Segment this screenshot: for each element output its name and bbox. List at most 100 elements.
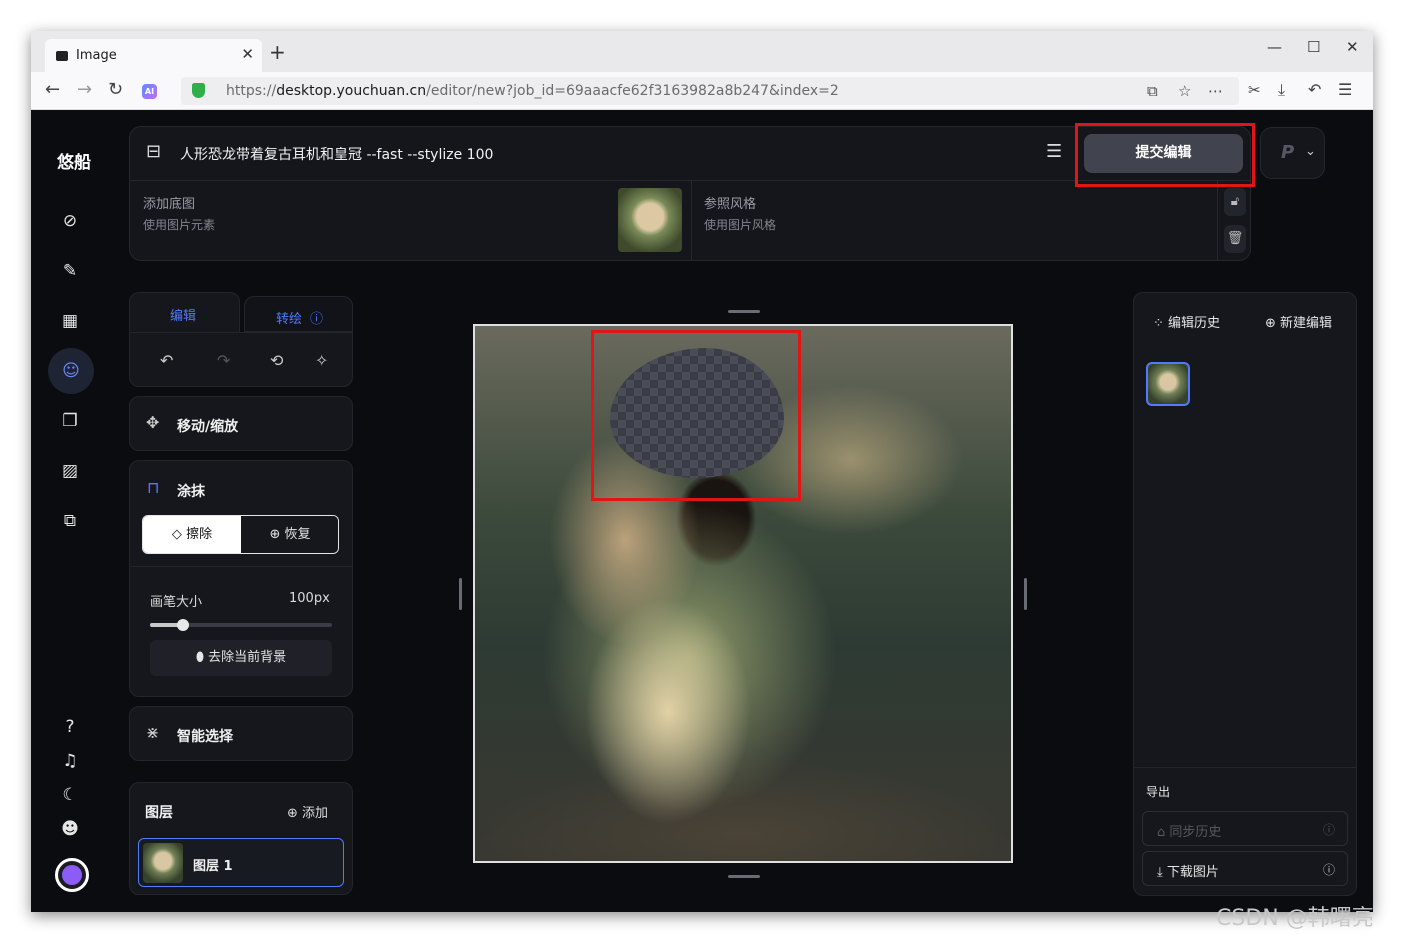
- minimize-icon[interactable]: —: [1267, 38, 1282, 56]
- cut-icon[interactable]: ✂: [1248, 80, 1261, 100]
- restore-label: 恢复: [284, 527, 311, 542]
- close-tab-icon[interactable]: ✕: [241, 45, 254, 63]
- chat-icon[interactable]: ⧉: [58, 509, 82, 533]
- restore-button[interactable]: ⊕ 恢复: [241, 516, 338, 553]
- edit-history-button[interactable]: ⁘ 编辑历史: [1153, 312, 1220, 331]
- favicon-icon: [56, 51, 68, 61]
- ai-extension-icon[interactable]: AI: [142, 84, 157, 99]
- brush-size-slider[interactable]: [150, 619, 332, 631]
- bell-icon[interactable]: ♫: [58, 749, 82, 773]
- info-icon[interactable]: ⓘ: [310, 308, 323, 327]
- undo-icon[interactable]: ↶: [160, 351, 173, 370]
- export-divider: [1134, 767, 1356, 768]
- close-window-icon[interactable]: ✕: [1346, 38, 1359, 56]
- layers-title: 图层: [145, 805, 173, 821]
- brush-icon: ⊓: [147, 478, 160, 497]
- url-host: desktop.youchuan.cn: [276, 83, 427, 99]
- brush-mode-toggle: ◇ 擦除 ⊕ 恢复: [142, 515, 339, 554]
- app-root: 悠船 ⊘ ✎ ▦ ☺ ❐ ▨ ⧉ ? ♫ ☾ ☻ ⊟ 人形恐龙带着复古耳机和皇冠…: [31, 110, 1373, 912]
- trash-icon[interactable]: 🗑︎: [1224, 225, 1246, 253]
- back-icon[interactable]: ←: [45, 80, 60, 100]
- url-scheme: https://: [226, 83, 277, 99]
- pattern-icon[interactable]: ▨: [58, 459, 82, 483]
- address-bar[interactable]: https://desktop.youchuan.cn/editor/new?j…: [181, 77, 1239, 105]
- new-tab-button[interactable]: +: [269, 42, 286, 62]
- lock-icon[interactable]: 🔓︎: [1224, 188, 1246, 216]
- maximize-icon[interactable]: ☐: [1307, 38, 1320, 56]
- magic-icon[interactable]: ✧: [315, 351, 328, 370]
- history-thumbnail[interactable]: [1146, 362, 1190, 406]
- add-layer-label: 添加: [302, 806, 329, 821]
- browser-tab[interactable]: Image ✕: [45, 39, 262, 72]
- slider-knob[interactable]: [176, 619, 189, 631]
- brush-size-value: 100px: [289, 591, 330, 606]
- url-path: /editor/new?job_id=69aaacfe62f3163982a8b…: [426, 83, 839, 99]
- prompt-image-icon[interactable]: ⊟: [146, 141, 161, 162]
- new-edit-button[interactable]: ⊕ 新建编辑: [1265, 312, 1332, 331]
- erase-button[interactable]: ◇ 擦除: [143, 516, 241, 553]
- download-image-label: ⤓ 下载图片: [1157, 865, 1219, 880]
- sync-history-text: 同步历史: [1169, 825, 1222, 840]
- bottom-resize-handle[interactable]: [728, 875, 760, 878]
- prompt-input[interactable]: 人形恐龙带着复古耳机和皇冠 --fast --stylize 100: [180, 144, 493, 164]
- translate-icon[interactable]: ⧉: [1147, 82, 1158, 100]
- download-image-button[interactable]: ⤓ 下载图片 ⓘ: [1142, 851, 1348, 886]
- navigation-bar: ← → ↻ AI https://desktop.youchuan.cn/edi…: [31, 72, 1373, 110]
- tab-paint-label: 转绘: [276, 312, 303, 327]
- move-icon: ✥: [146, 413, 160, 432]
- tab-edit[interactable]: 编辑: [129, 292, 240, 332]
- profile-icon[interactable]: ☻: [58, 817, 82, 841]
- explore-icon[interactable]: ⊘: [58, 209, 82, 233]
- tab-paint[interactable]: 转绘 ⓘ: [244, 296, 353, 332]
- tab-title: Image: [76, 48, 117, 63]
- remove-background-button[interactable]: ⬮ 去除当前背景: [150, 640, 332, 676]
- logo[interactable]: 悠船: [57, 148, 91, 173]
- bookmark-star-icon[interactable]: ☆: [1178, 82, 1191, 100]
- layer-name: 图层 1: [193, 859, 233, 874]
- help-icon[interactable]: ?: [58, 715, 82, 739]
- edit-history-label: 编辑历史: [1168, 316, 1221, 331]
- right-panel: ⁘ 编辑历史 ⊕ 新建编辑 导出 ⌂ 同步历史 ⓘ ⤓ 下载图片 ⓘ: [1133, 292, 1357, 896]
- mask-highlight-box: [591, 330, 801, 501]
- move-zoom-tool[interactable]: ✥ 移动/缩放: [129, 396, 353, 451]
- smart-select-tool[interactable]: ⋇ 智能选择: [129, 706, 353, 761]
- create-icon[interactable]: ✎: [58, 259, 82, 283]
- sidebar: 悠船 ⊘ ✎ ▦ ☺ ❐ ▨ ⧉ ? ♫ ☾ ☻: [31, 110, 113, 912]
- model-selector[interactable]: P ⌄: [1260, 127, 1325, 179]
- download-icon[interactable]: ⤓: [1278, 80, 1285, 100]
- move-zoom-label: 移动/缩放: [177, 419, 239, 435]
- right-resize-handle[interactable]: [1024, 578, 1027, 610]
- grid-icon[interactable]: ▦: [58, 309, 82, 333]
- watermark: CSDN @韩曙亮: [1216, 906, 1374, 931]
- top-resize-handle[interactable]: [728, 310, 760, 313]
- copy-icon[interactable]: ❐: [58, 409, 82, 433]
- moon-icon[interactable]: ☾: [58, 783, 82, 807]
- url-text[interactable]: https://desktop.youchuan.cn/editor/new?j…: [226, 83, 839, 99]
- avatar[interactable]: [55, 858, 89, 892]
- forward-icon[interactable]: →: [77, 80, 92, 100]
- shield-icon: [192, 83, 205, 98]
- smart-select-icon: ⋇: [146, 723, 160, 742]
- style-reference-sub: 使用图片风格: [704, 218, 777, 232]
- undo-icon[interactable]: ↶: [1308, 80, 1321, 100]
- model-label: P: [1281, 142, 1295, 163]
- brush-title: 涂抹: [177, 484, 205, 500]
- editor-icon[interactable]: ☺: [48, 348, 94, 394]
- settings-sliders-icon[interactable]: ☰: [1046, 141, 1062, 162]
- brush-divider: [130, 566, 352, 567]
- more-icon[interactable]: ⋯: [1208, 82, 1223, 100]
- sync-history-button[interactable]: ⌂ 同步历史 ⓘ: [1142, 811, 1348, 846]
- help-icon[interactable]: ⓘ: [1323, 821, 1335, 838]
- layer-item[interactable]: 图层 1: [138, 838, 344, 887]
- reset-icon[interactable]: ⟲: [270, 351, 283, 370]
- redo-icon[interactable]: ↷: [217, 351, 230, 370]
- menu-icon[interactable]: ☰: [1338, 80, 1352, 100]
- add-base-image-label[interactable]: 添加底图: [143, 193, 195, 212]
- add-layer-button[interactable]: ⊕ 添加: [287, 802, 328, 821]
- base-image-thumbnail[interactable]: [618, 188, 682, 252]
- smart-select-label: 智能选择: [177, 729, 233, 745]
- reload-icon[interactable]: ↻: [108, 80, 123, 100]
- help-icon[interactable]: ⓘ: [1323, 861, 1335, 878]
- left-resize-handle[interactable]: [459, 578, 462, 610]
- style-reference-label[interactable]: 参照风格: [704, 193, 756, 212]
